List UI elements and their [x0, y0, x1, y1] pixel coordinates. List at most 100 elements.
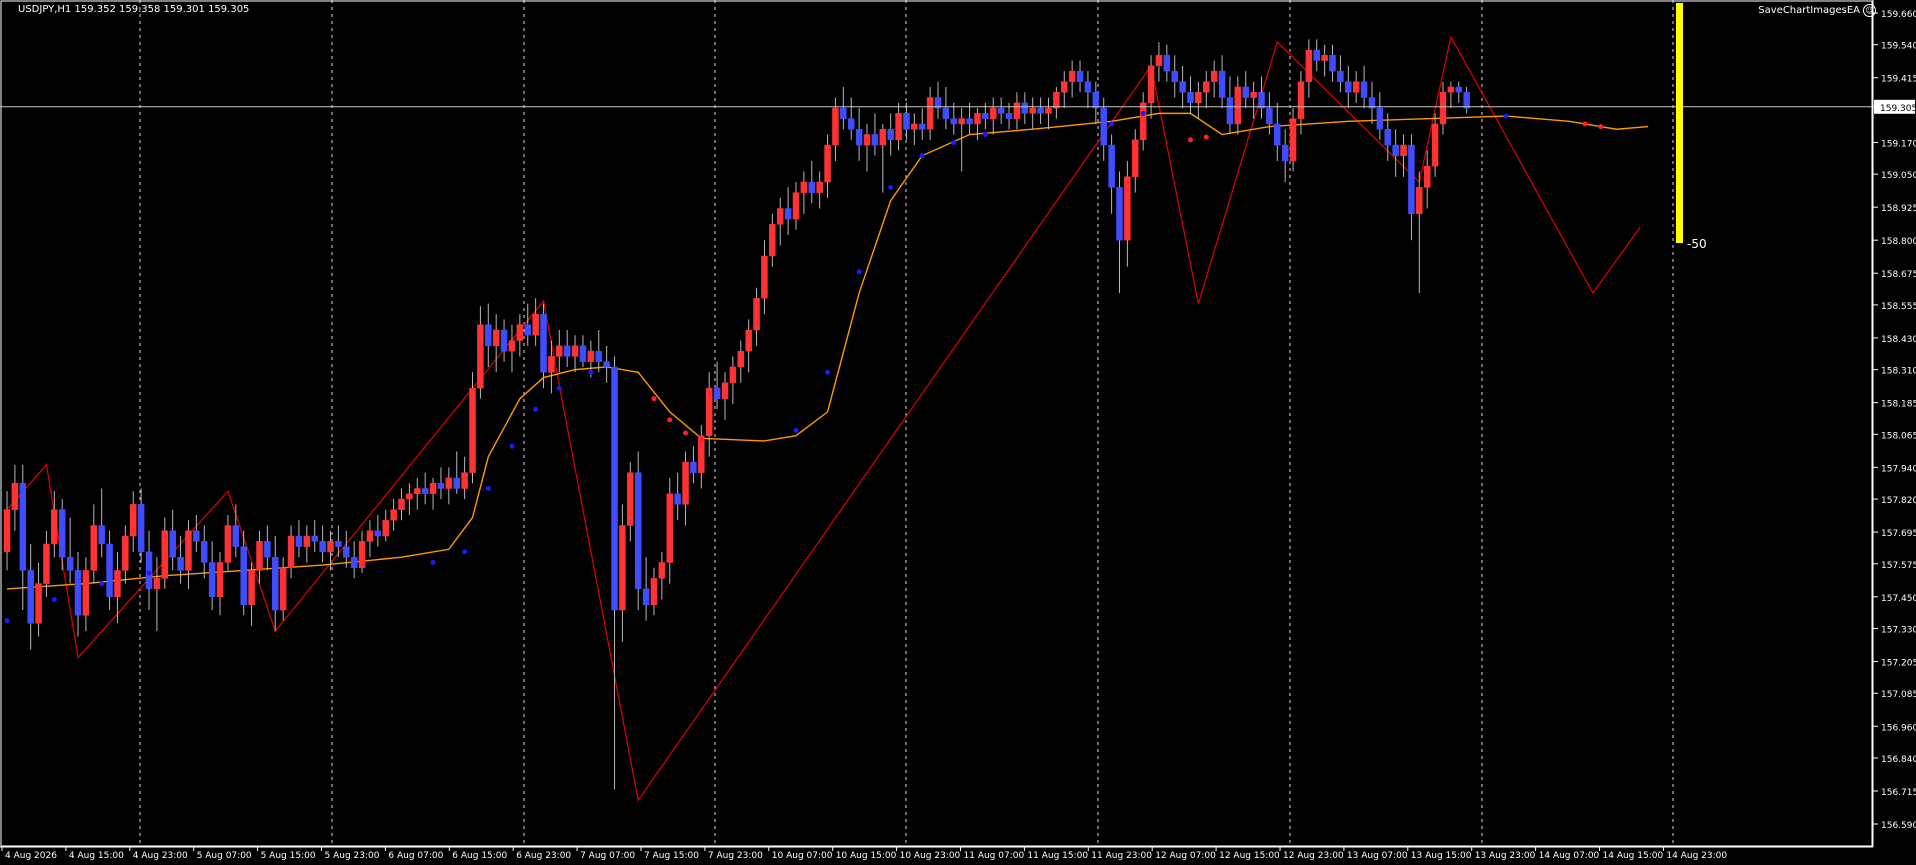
candle	[611, 356, 618, 790]
candle	[122, 525, 129, 584]
candle-body	[327, 541, 334, 553]
candle-body	[847, 118, 855, 130]
candle-body	[303, 535, 311, 547]
candle	[800, 171, 808, 214]
candle-body	[1392, 144, 1399, 156]
candle-body	[871, 134, 879, 146]
candle	[627, 462, 634, 542]
candle-body	[1179, 81, 1186, 93]
candle-body	[1171, 70, 1178, 82]
candle-body	[658, 562, 666, 579]
candle	[1187, 76, 1194, 114]
price-tick-label: 157.820	[1881, 496, 1916, 506]
time-tick-label: 12 Aug 15:00	[1219, 851, 1280, 861]
current-price-label: 159.305	[1880, 104, 1916, 114]
blue-signal-dot	[1109, 121, 1115, 127]
blue-signal-dot	[99, 581, 105, 587]
candle-body	[51, 509, 58, 545]
candle-body	[1321, 55, 1328, 61]
candle	[398, 488, 405, 521]
candle-body	[611, 366, 618, 611]
blue-signal-dot	[462, 549, 468, 555]
candle	[784, 187, 792, 235]
candle-body	[366, 530, 374, 542]
candle	[90, 504, 98, 584]
candle-body	[524, 324, 531, 336]
candle-body	[137, 504, 145, 553]
candle-body	[1305, 49, 1313, 82]
time-tick-label: 11 Aug 15:00	[1027, 851, 1088, 861]
candle-body	[350, 556, 358, 569]
plot-frame	[0, 0, 1873, 847]
candle	[548, 340, 555, 394]
candle	[658, 551, 666, 600]
candle-body	[1147, 65, 1155, 104]
candle-body	[903, 113, 910, 130]
candle	[1258, 76, 1265, 119]
candle	[808, 160, 816, 204]
candle-body	[469, 387, 476, 473]
red-signal-dot	[651, 396, 657, 402]
candle	[1234, 76, 1242, 135]
candle-body	[800, 181, 808, 193]
candle-body	[1124, 176, 1131, 241]
candle	[1021, 92, 1029, 124]
price-chart[interactable]: -50 159.660159.540159.415159.305159.1701…	[0, 0, 1916, 865]
candle-body	[769, 224, 776, 257]
candle-body	[911, 123, 918, 130]
candle	[1431, 113, 1439, 177]
price-axis: 159.660 159.540 159.415 159.305 159.170 159.0…	[1872, 0, 1916, 847]
candle-body	[1076, 70, 1084, 82]
candle	[1274, 102, 1281, 161]
candle	[966, 102, 973, 135]
candle	[1163, 44, 1171, 82]
price-tick-label: 158.555	[1881, 302, 1916, 312]
candle	[406, 483, 413, 515]
candle	[161, 517, 169, 589]
candle-body	[129, 504, 137, 537]
candle-body	[1313, 49, 1320, 61]
price-tick-label: 156.840	[1881, 755, 1916, 765]
candle-body	[926, 97, 934, 130]
candle	[619, 504, 626, 642]
candle	[950, 102, 958, 135]
candle	[1455, 81, 1463, 103]
candle	[429, 477, 437, 510]
candle	[335, 525, 342, 558]
candle	[319, 525, 326, 563]
candle-body	[1384, 128, 1391, 146]
time-tick-label: 6 Aug 23:00	[516, 851, 571, 861]
candle	[287, 525, 295, 579]
candle	[1416, 171, 1423, 294]
candle-body	[35, 583, 42, 624]
candle	[485, 303, 492, 367]
candle	[871, 113, 879, 156]
candle	[445, 467, 453, 505]
candle-body	[974, 113, 981, 125]
candle	[1266, 92, 1273, 135]
candle	[137, 488, 145, 563]
candle	[1345, 65, 1352, 109]
candle-body	[1021, 102, 1029, 114]
candle-body	[169, 530, 176, 558]
candle	[855, 108, 863, 161]
candle	[1037, 97, 1044, 124]
candle-body	[319, 541, 326, 553]
candle	[66, 517, 74, 584]
candle-body	[1455, 86, 1463, 93]
candle	[414, 477, 421, 510]
candle	[776, 197, 784, 246]
time-tick-label: 13 Aug 15:00	[1411, 851, 1472, 861]
candle	[106, 530, 113, 611]
candle-body	[1116, 187, 1123, 241]
candle	[634, 451, 642, 611]
candle-body	[887, 128, 894, 141]
candle	[492, 314, 500, 373]
candle	[350, 541, 358, 579]
candle	[1439, 81, 1447, 135]
blue-signal-dot	[4, 618, 10, 624]
candle	[1076, 60, 1084, 93]
time-tick-label: 12 Aug 23:00	[1283, 851, 1344, 861]
candle-body	[1345, 81, 1352, 93]
candle-body	[43, 543, 50, 584]
